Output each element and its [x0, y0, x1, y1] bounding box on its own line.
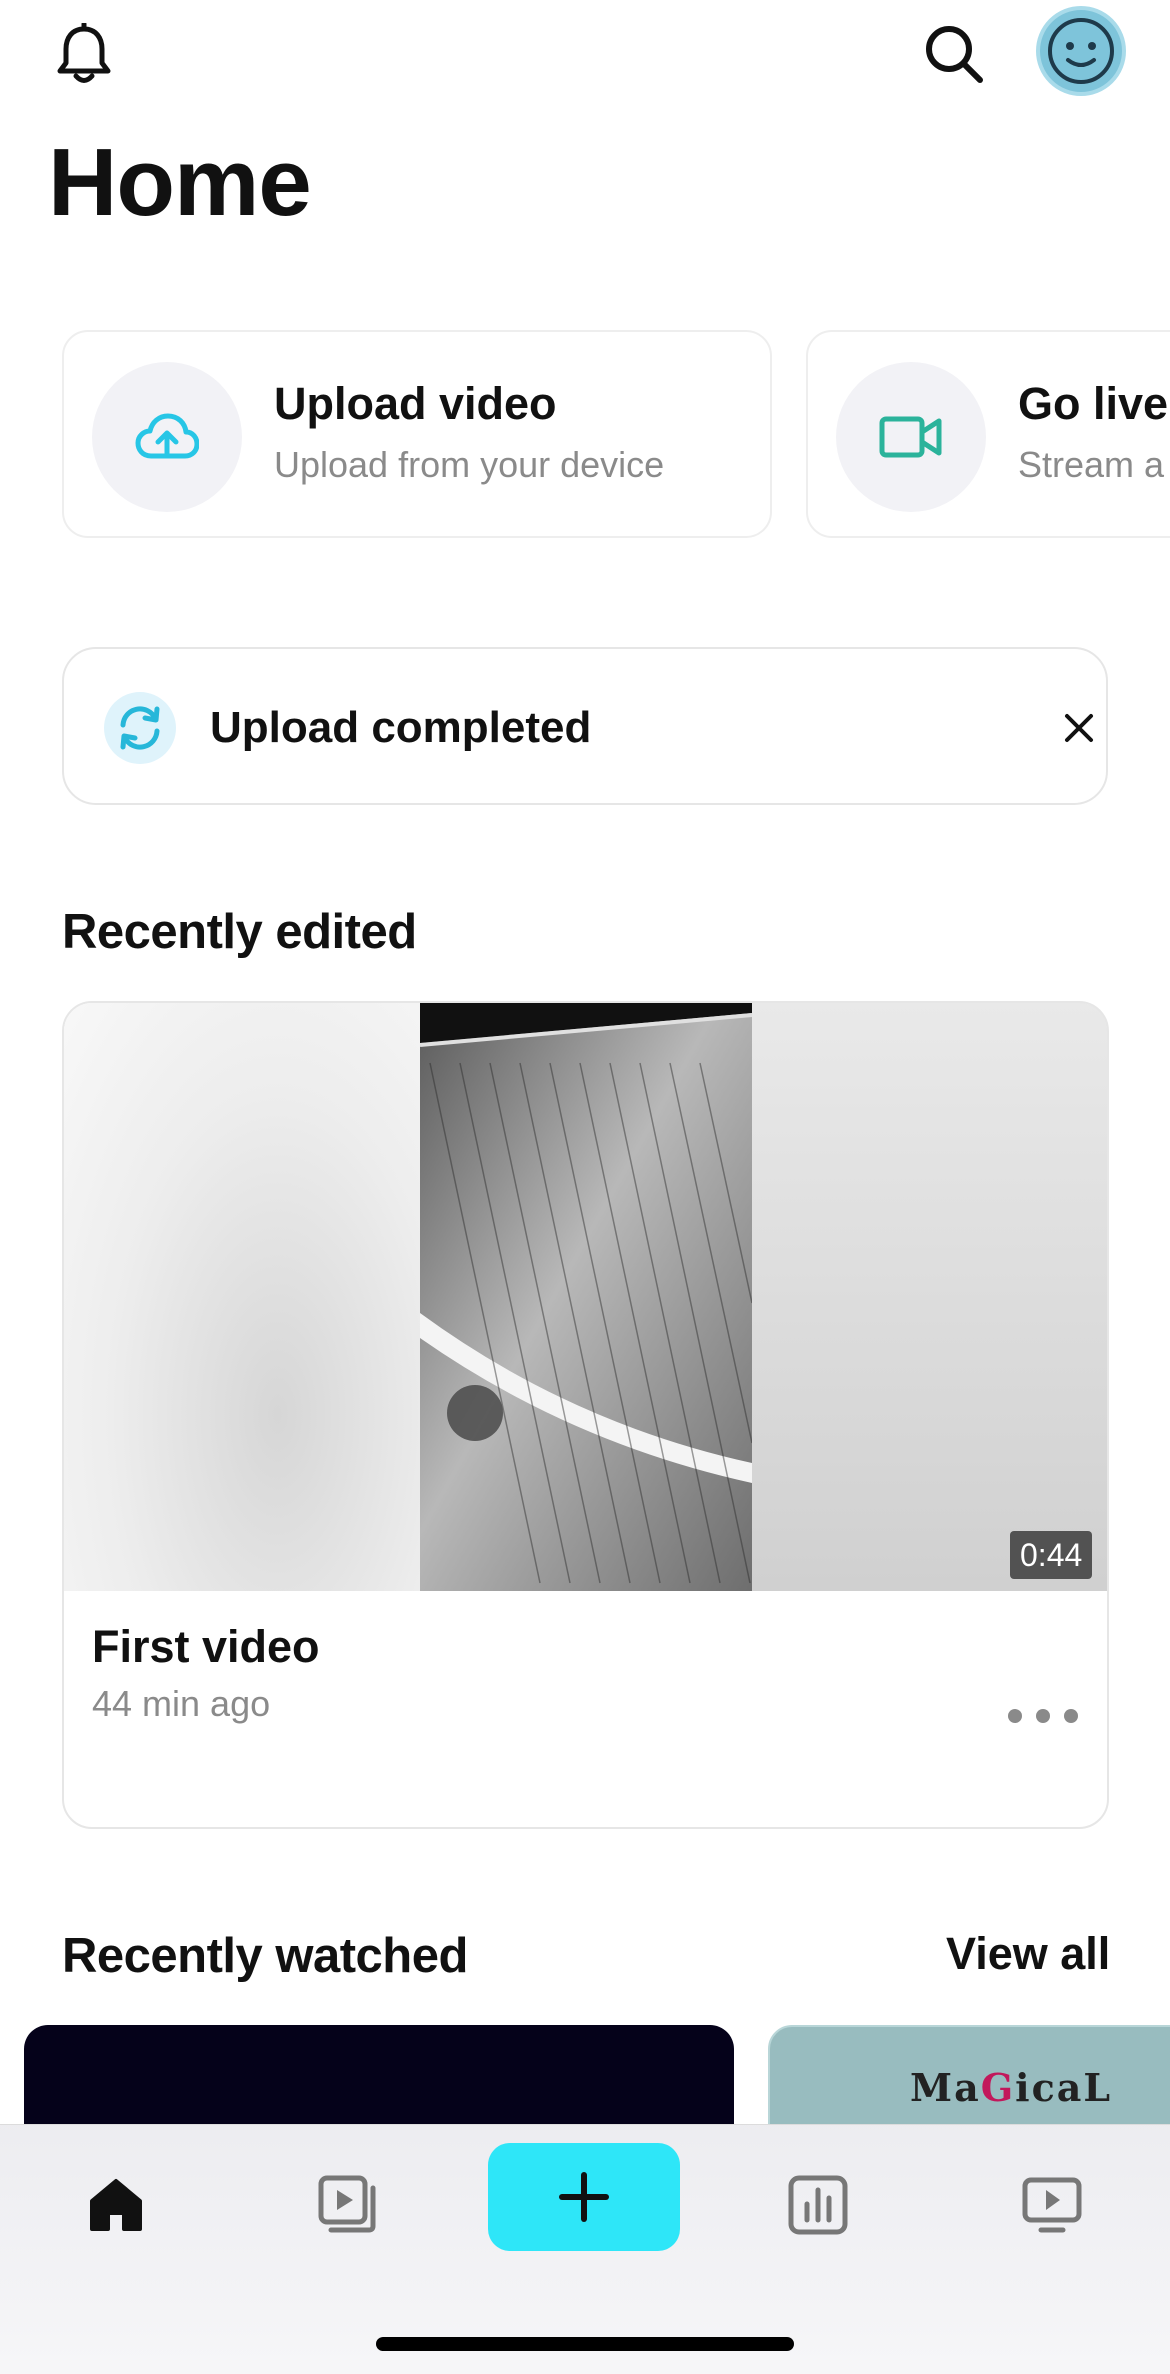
close-icon — [1065, 714, 1093, 742]
toast-close-button[interactable] — [1054, 703, 1104, 753]
video-duration-badge: 0:44 — [1010, 1531, 1093, 1579]
video-camera-icon — [879, 416, 942, 458]
page-title: Home — [48, 129, 312, 236]
top-bar — [0, 0, 1170, 110]
analytics-icon — [788, 2175, 848, 2235]
avatar[interactable] — [1036, 6, 1126, 96]
sync-icon — [120, 706, 160, 750]
upload-video-card[interactable]: Upload video Upload from your device — [62, 330, 772, 538]
search-button[interactable] — [916, 16, 992, 92]
recently-watched-heading: Recently watched — [62, 1929, 468, 1983]
library-icon — [318, 2175, 376, 2233]
video-title: First video — [92, 1621, 320, 1672]
home-indicator — [376, 2337, 794, 2351]
tab-library[interactable] — [308, 2165, 388, 2245]
upload-completed-toast: Upload completed — [62, 647, 1108, 805]
tab-home[interactable] — [76, 2165, 156, 2245]
home-icon — [90, 2179, 142, 2231]
thumbnail-blur-right — [752, 1003, 1107, 1591]
bell-icon — [57, 23, 111, 83]
upload-video-subtitle: Upload from your device — [274, 444, 665, 485]
watched-thumbnail-text: MaGicaL — [910, 2065, 1113, 2110]
video-edited-time: 44 min ago — [92, 1683, 271, 1724]
upload-video-title: Upload video — [274, 378, 557, 429]
more-dot-icon — [1036, 1709, 1050, 1723]
notifications-button[interactable] — [48, 18, 120, 90]
tab-watch[interactable] — [1012, 2165, 1092, 2245]
recently-edited-heading: Recently edited — [62, 905, 417, 959]
upload-icon-circle — [92, 362, 242, 512]
more-dot-icon — [1008, 1709, 1022, 1723]
quick-actions-row: Upload video Upload from your device Go … — [0, 330, 1170, 540]
video-more-options-button[interactable] — [1008, 1703, 1078, 1729]
create-button[interactable] — [488, 2143, 680, 2251]
go-live-card[interactable]: Go live Stream a — [806, 330, 1170, 538]
watch-icon — [1022, 2177, 1082, 2233]
recently-watched-row: MaGicaL — [0, 2025, 1170, 2125]
search-icon — [926, 26, 983, 83]
go-live-title: Go live — [1018, 378, 1169, 429]
thumbnail-frame — [420, 1003, 752, 1591]
cloud-upload-icon — [135, 413, 199, 459]
sync-icon-wrap — [104, 692, 176, 764]
tab-analytics[interactable] — [778, 2165, 858, 2245]
go-live-subtitle: Stream a — [1018, 444, 1165, 485]
more-dot-icon — [1064, 1709, 1078, 1723]
video-thumbnail[interactable]: 0:44 — [64, 1003, 1107, 1591]
plus-icon — [559, 2172, 609, 2222]
watched-video-card[interactable]: MaGicaL — [768, 2025, 1170, 2125]
live-icon-circle — [836, 362, 986, 512]
recent-video-card[interactable]: 0:44 First video 44 min ago — [62, 1001, 1109, 1829]
watched-video-card[interactable] — [24, 2025, 734, 2125]
thumbnail-blur-left — [64, 1003, 420, 1591]
face-icon — [1048, 18, 1114, 84]
bottom-tab-bar — [0, 2124, 1170, 2374]
toast-message: Upload completed — [210, 703, 592, 752]
view-all-link[interactable]: View all — [946, 1928, 1110, 1980]
